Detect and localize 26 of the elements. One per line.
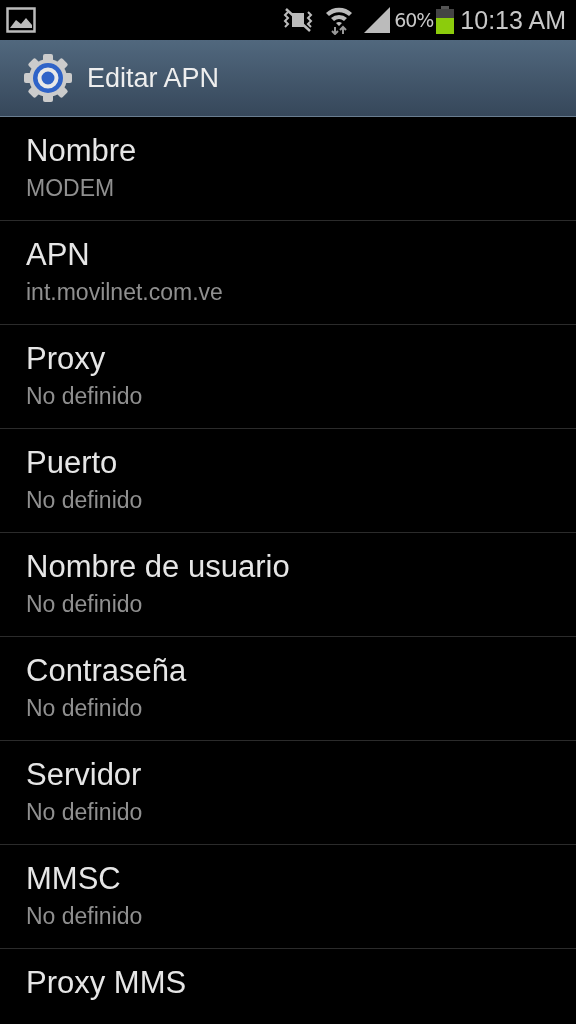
setting-title[interactable]: Nombre [26,131,550,171]
screen-title: Editar APN [87,62,220,94]
setting-title[interactable]: MMSC [26,859,550,899]
setting-value: No definido [26,798,144,827]
setting-title[interactable]: Nombre de usuario [26,547,550,587]
setting-title[interactable]: Servidor [26,755,550,795]
image-notification-icon [6,7,36,33]
setting-value: No definido [26,902,144,931]
battery-icon [436,6,455,34]
setting-title[interactable]: Puerto [26,443,550,483]
setting-title[interactable]: Proxy [26,339,550,379]
battery-percent: 60% [394,9,434,31]
settings-icon [23,53,73,103]
setting-value: No definido [26,694,144,723]
setting-title[interactable]: Contraseña [26,651,550,691]
wifi-icon [324,5,355,35]
signal-icon [362,7,393,33]
setting-value: No definido [26,486,144,515]
setting-title[interactable]: APN [26,235,550,275]
setting-value: MODEM [26,174,116,203]
vibrate-mute-icon [282,7,315,33]
setting-title[interactable]: Proxy MMS [26,963,550,1003]
setting-value: int.movilnet.com.ve [26,278,224,307]
setting-value: No definido [26,590,144,619]
setting-value: No definido [26,382,144,411]
clock: 10:13 AM [460,5,566,35]
